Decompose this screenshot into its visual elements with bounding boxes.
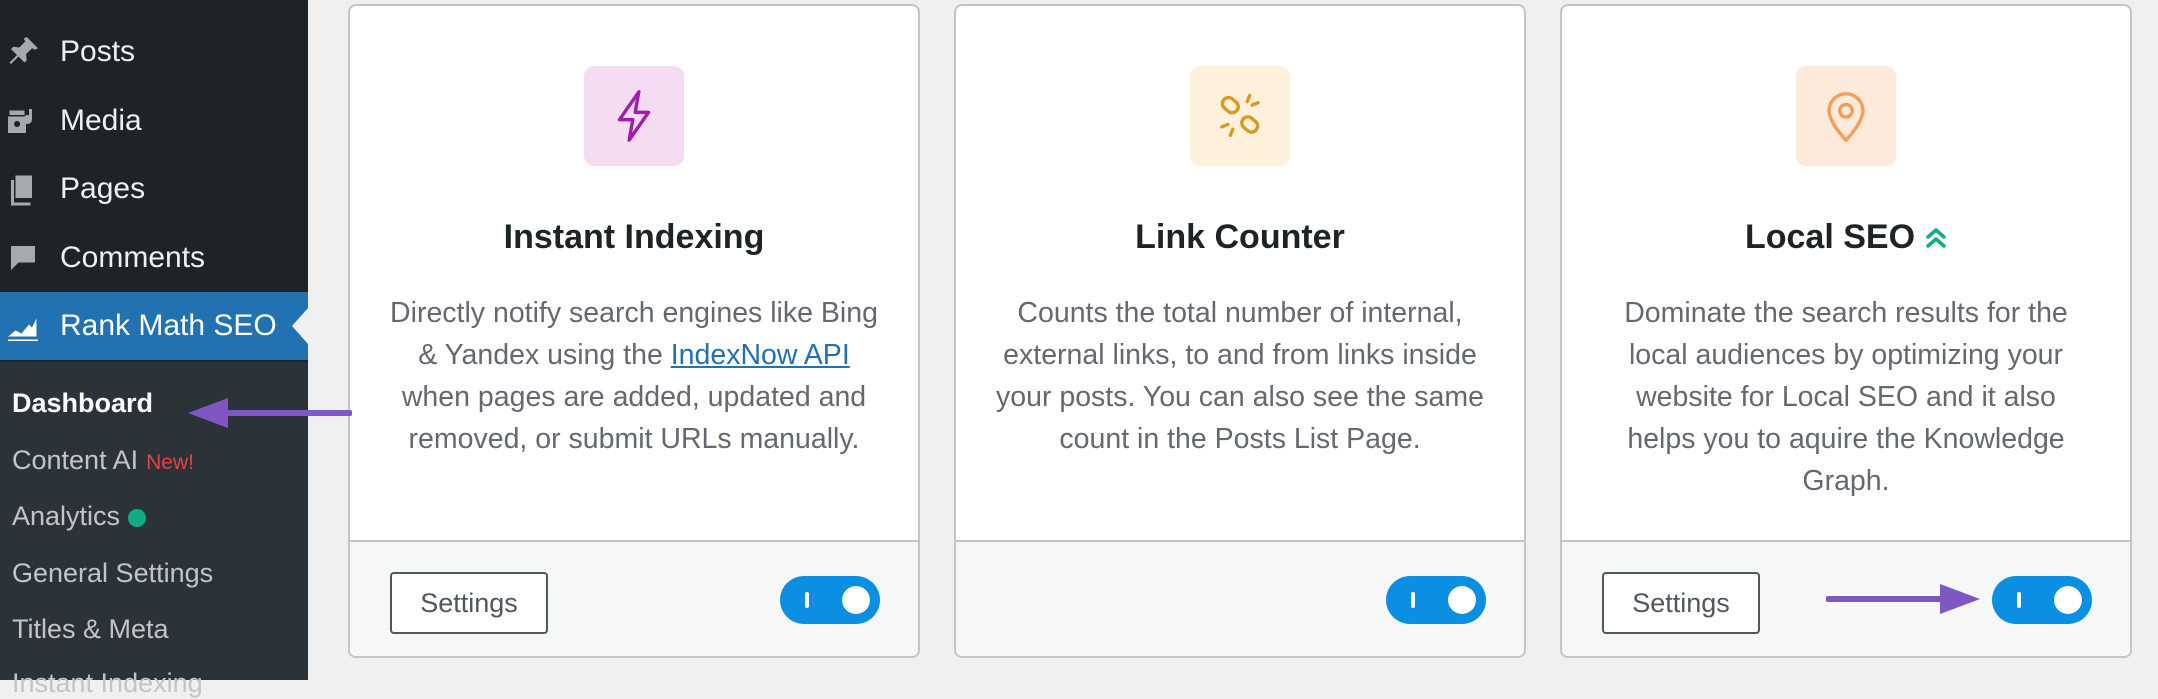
submenu-item-general-settings[interactable]: General Settings xyxy=(12,558,213,589)
menu-item-comments[interactable]: Comments xyxy=(0,224,308,292)
submenu-label: Analytics xyxy=(12,501,121,531)
settings-button[interactable]: Settings xyxy=(1602,572,1760,634)
menu-item-media[interactable]: Media xyxy=(0,87,308,155)
submenu-item-analytics[interactable]: Analytics xyxy=(12,501,147,532)
module-footer xyxy=(956,540,1524,656)
broken-link-icon xyxy=(1190,66,1290,166)
menu-label: Pages xyxy=(60,172,146,205)
rank-math-icon xyxy=(4,307,42,345)
submenu-item-titles-meta[interactable]: Titles & Meta xyxy=(12,614,169,645)
toggle-on-indicator xyxy=(2017,592,2021,608)
toggle-on-indicator xyxy=(805,592,809,608)
submenu-label: Titles & Meta xyxy=(12,614,169,644)
submenu-label: Content AI xyxy=(12,445,139,475)
toggle-on-indicator xyxy=(1411,592,1415,608)
menu-label: Rank Math SEO xyxy=(60,309,277,342)
module-footer: Settings xyxy=(350,540,918,656)
module-footer: Settings xyxy=(1562,540,2130,656)
lightning-icon xyxy=(584,66,684,166)
module-toggle[interactable] xyxy=(1386,576,1486,624)
new-badge: New! xyxy=(146,451,194,474)
submenu-item-content-ai[interactable]: Content AI New! xyxy=(12,445,194,476)
current-menu-indicator xyxy=(292,308,308,344)
submenu-item-dashboard[interactable]: Dashboard xyxy=(12,388,153,419)
module-toggle[interactable] xyxy=(780,576,880,624)
menu-item-posts[interactable]: Posts xyxy=(0,18,308,86)
menu-item-rank-math-seo[interactable]: Rank Math SEO xyxy=(0,292,308,360)
module-card-link-counter: Link Counter Counts the total number of … xyxy=(954,4,1526,658)
module-card-local-seo: Local SEO Dominate the search results fo… xyxy=(1560,4,2132,658)
menu-item-pages[interactable]: Pages xyxy=(0,155,308,223)
settings-button[interactable]: Settings xyxy=(390,572,548,634)
module-title-text: Local SEO xyxy=(1744,218,1916,256)
module-toggle[interactable] xyxy=(1992,576,2092,624)
submenu-item-instant-indexing[interactable]: Instant Indexing xyxy=(12,668,203,699)
submenu-label: General Settings xyxy=(12,558,214,588)
chevron-double-up-icon xyxy=(1925,220,1947,259)
comment-icon xyxy=(4,239,42,277)
module-title: Instant Indexing xyxy=(503,218,765,256)
submenu-label: Dashboard xyxy=(12,388,154,418)
module-description: Directly notify search engines like Bing… xyxy=(390,292,878,460)
module-card-instant-indexing: Instant Indexing Directly notify search … xyxy=(348,4,920,658)
module-description: Counts the total number of internal, ext… xyxy=(996,297,1484,455)
menu-label: Posts xyxy=(60,35,136,68)
location-pin-icon xyxy=(1796,66,1896,166)
status-dot xyxy=(128,508,147,527)
indexnow-api-link[interactable]: IndexNow API xyxy=(671,339,850,371)
module-title: Local SEO xyxy=(1562,218,2130,259)
menu-label: Media xyxy=(60,104,142,137)
toggle-knob xyxy=(842,586,870,614)
media-icon xyxy=(4,102,42,140)
admin-sidebar: Posts Media Pages Comments Rank Math SEO… xyxy=(0,0,308,698)
pin-icon xyxy=(4,33,42,71)
submenu-label: Instant Indexing xyxy=(12,668,203,698)
description-text: when pages are added, updated and remove… xyxy=(401,381,867,455)
pages-icon xyxy=(4,170,42,208)
menu-label: Comments xyxy=(60,241,206,274)
toggle-knob xyxy=(2054,586,2082,614)
module-description: Dominate the search results for the loca… xyxy=(1624,297,2068,497)
module-title: Link Counter xyxy=(1135,218,1345,256)
rank-math-submenu: Dashboard Content AI New! Analytics Gener… xyxy=(0,362,308,698)
toggle-knob xyxy=(1448,586,1476,614)
